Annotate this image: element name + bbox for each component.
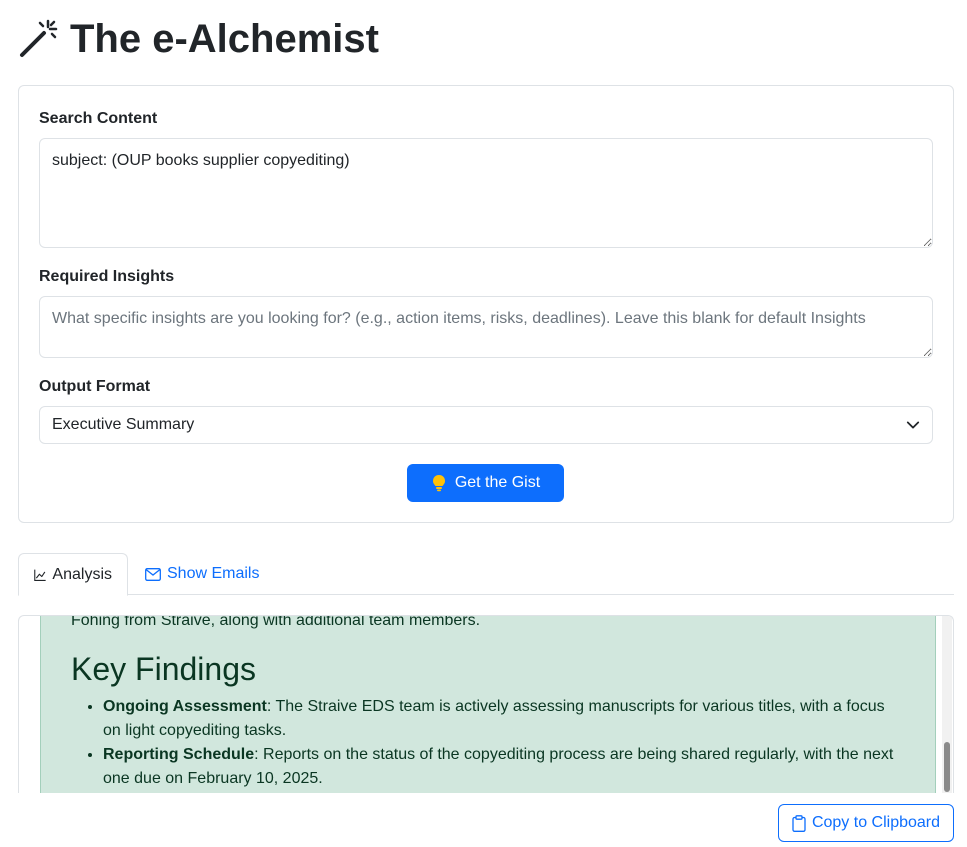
required-insights-input[interactable] [39,296,933,358]
get-the-gist-label: Get the Gist [454,474,541,491]
list-item: Ongoing Assessment: The Straive EDS team… [103,695,901,743]
result-tabs: Analysis Show Emails [18,553,954,596]
envelope-icon [145,567,161,581]
graph-icon [34,569,46,581]
get-the-gist-button[interactable]: Get the Gist [407,464,564,502]
tab-show-emails[interactable]: Show Emails [130,553,274,595]
tab-analysis-label: Analysis [52,565,112,583]
analysis-result-box: Fohing from Straive, along with addition… [40,615,936,793]
finding-title: Ongoing Assessment [103,698,267,715]
page-title: The e-Alchemist [18,12,379,66]
copy-to-clipboard-label: Copy to Clipboard [811,814,941,831]
search-form-card: Search Content subject: (OUP books suppl… [18,85,954,523]
lightbulb-icon [432,475,445,492]
tab-analysis[interactable]: Analysis [18,553,128,596]
output-format-select[interactable]: Executive Summary [39,406,933,444]
required-insights-label: Required Insights [39,268,175,285]
search-content-label: Search Content [39,110,158,127]
output-format-value: Executive Summary [52,416,195,433]
app-title-text: The e-Alchemist [70,17,379,61]
output-format-label: Output Format [39,378,151,395]
key-findings-heading: Key Findings [71,651,256,687]
analysis-intro-text: Fohing from Straive, along with addition… [71,615,481,629]
finding-title: Reporting Schedule [103,746,255,763]
scrollbar-thumb[interactable] [944,742,950,792]
search-content-input[interactable]: subject: (OUP books supplier copyediting… [39,138,933,248]
tab-show-emails-label: Show Emails [167,565,260,582]
key-findings-list: Ongoing Assessment: The Straive EDS team… [71,695,901,791]
chevron-down-icon [906,421,920,429]
analysis-panel: Fohing from Straive, along with addition… [18,615,954,793]
magic-wand-icon [20,19,58,57]
copy-to-clipboard-button[interactable]: Copy to Clipboard [778,804,954,842]
list-item: Reporting Schedule: Reports on the statu… [103,743,901,791]
clipboard-icon [792,814,806,832]
analysis-scrollbar[interactable] [942,616,952,793]
